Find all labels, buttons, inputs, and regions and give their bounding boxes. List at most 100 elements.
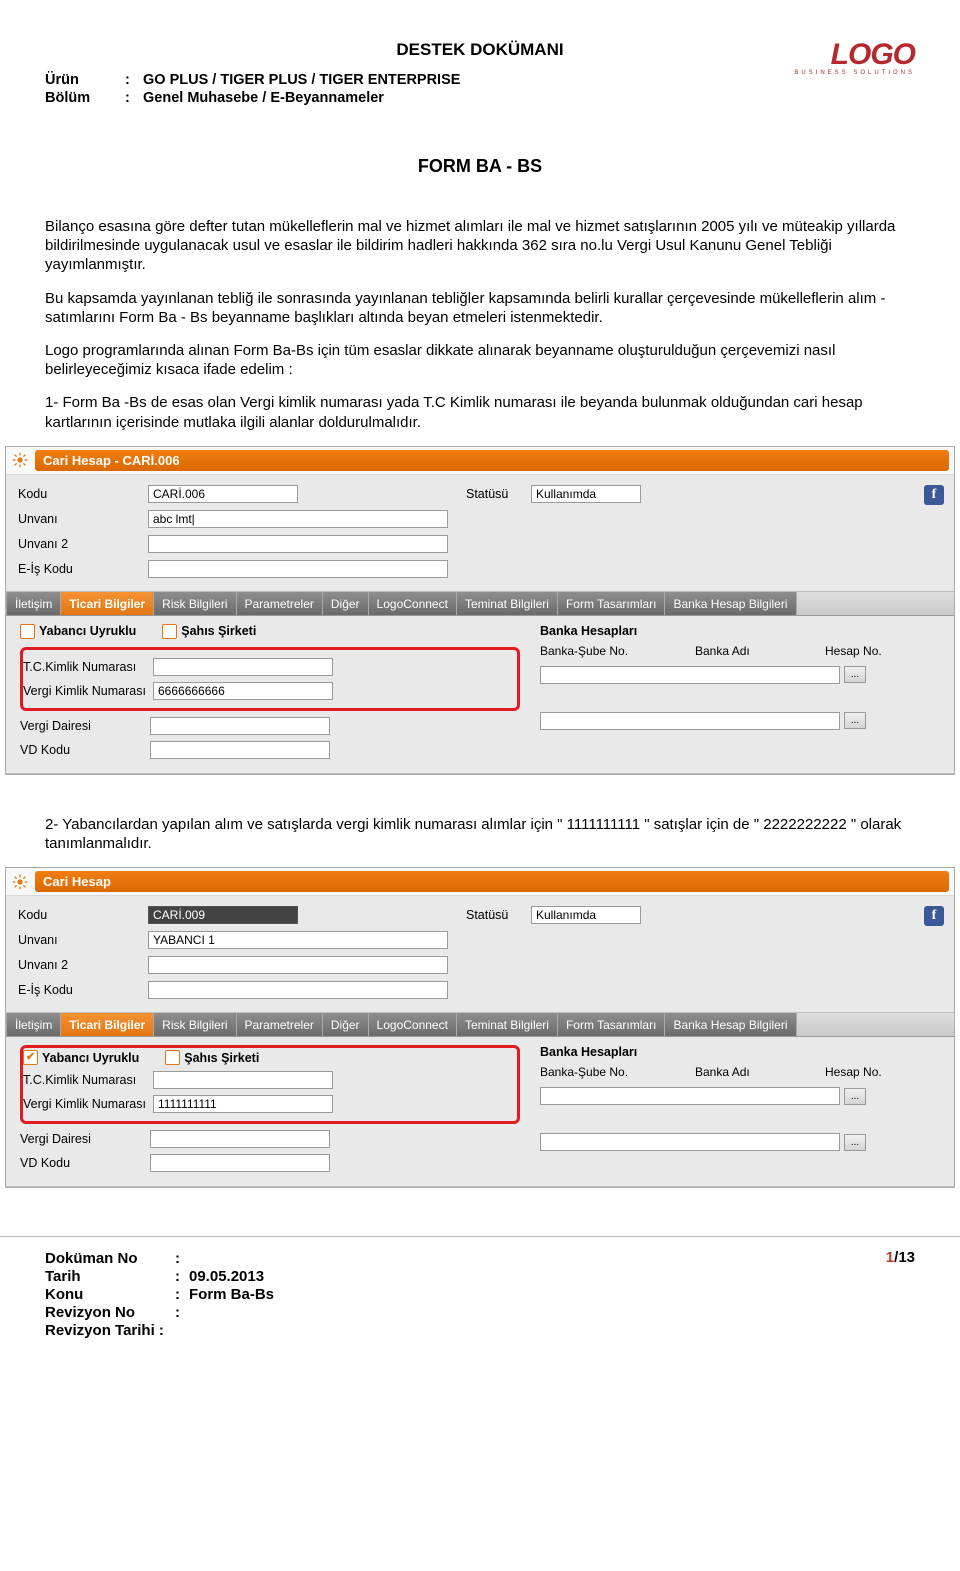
tab-banka-hesap[interactable]: Banka Hesap Bilgileri — [665, 1013, 796, 1036]
info-icon[interactable]: f — [924, 906, 944, 926]
unvani2-input[interactable] — [148, 535, 448, 553]
bank-col-sube: Banka-Şube No. — [540, 1065, 695, 1079]
lookup-button[interactable]: ... — [844, 666, 866, 683]
colon: : — [125, 90, 143, 106]
vkn-label: Vergi Kimlik Numarası — [23, 1097, 153, 1111]
highlight-box: T.C.Kimlik Numarası Vergi Kimlik Numaras… — [20, 647, 520, 711]
eis-input[interactable] — [148, 981, 448, 999]
window-title: Cari Hesap — [35, 871, 949, 892]
vdkodu-input[interactable] — [150, 741, 330, 759]
tab-logoconnect[interactable]: LogoConnect — [369, 592, 457, 615]
highlight-box: Yabancı Uyruklu Şahıs Şirketi T.C.Kimlik… — [20, 1045, 520, 1124]
tab-iletisim[interactable]: İletişim — [6, 1013, 61, 1036]
tab-teminat[interactable]: Teminat Bilgileri — [457, 1013, 558, 1036]
tarih-value: 09.05.2013 — [189, 1268, 264, 1285]
vkn-input[interactable]: 6666666666 — [153, 682, 333, 700]
eis-label: E-İş Kodu — [18, 983, 148, 997]
tab-ticari-bilgiler[interactable]: Ticari Bilgiler — [61, 592, 154, 615]
paragraph: Bilanço esasına göre defter tutan mükell… — [45, 217, 915, 275]
bolum-value: Genel Muhasebe / E-Beyannameler — [143, 90, 384, 106]
logo-brand: LOGO — [831, 38, 915, 72]
urun-label: Ürün — [45, 72, 125, 88]
tc-label: T.C.Kimlik Numarası — [23, 1073, 153, 1087]
info-icon[interactable]: f — [924, 485, 944, 505]
eis-label: E-İş Kodu — [18, 562, 148, 576]
status-select[interactable]: Kullanımda — [531, 485, 641, 503]
unvani-input[interactable]: abc lmt| — [148, 510, 448, 528]
bank-col-ad: Banka Adı — [695, 1065, 825, 1079]
sahis-label: Şahıs Şirketi — [184, 1051, 259, 1065]
logo-subtitle: BUSINESS SOLUTIONS — [794, 70, 915, 76]
yabanci-checkbox[interactable] — [23, 1050, 38, 1065]
kodu-input[interactable]: CARİ.006 — [148, 485, 298, 503]
tab-diger[interactable]: Diğer — [323, 1013, 369, 1036]
lookup-button[interactable]: ... — [844, 1088, 866, 1105]
sahis-checkbox[interactable] — [162, 624, 177, 639]
unvani2-label: Unvanı 2 — [18, 537, 148, 551]
tab-form-tasarimlari[interactable]: Form Tasarımları — [558, 592, 665, 615]
tabs-bar: İletişim Ticari Bilgiler Risk Bilgileri … — [6, 1012, 954, 1037]
eis-input[interactable] — [148, 560, 448, 578]
yabanci-checkbox[interactable] — [20, 624, 35, 639]
tab-banka-hesap[interactable]: Banka Hesap Bilgileri — [665, 592, 796, 615]
revtar-label: Revizyon Tarihi : — [45, 1322, 164, 1339]
kodu-input[interactable]: CARİ.009 — [148, 906, 298, 924]
tarih-label: Tarih — [45, 1268, 175, 1285]
tab-parametreler[interactable]: Parametreler — [237, 1013, 323, 1036]
lookup-button[interactable]: ... — [844, 1134, 866, 1151]
unvani-input[interactable]: YABANCI 1 — [148, 931, 448, 949]
bank-col-hesap: Hesap No. — [825, 644, 920, 658]
paragraph: Bu kapsamda yayınlanan tebliğ ile sonras… — [45, 289, 915, 327]
tc-input[interactable] — [153, 1071, 333, 1089]
lookup-button[interactable]: ... — [844, 712, 866, 729]
colon: : — [125, 72, 143, 88]
window-cari-hesap-1: Cari Hesap - CARİ.006 f Kodu CARİ.006 St… — [5, 446, 955, 775]
tab-ticari-bilgiler[interactable]: Ticari Bilgiler — [61, 1013, 154, 1036]
gear-icon — [11, 452, 29, 468]
gear-icon — [11, 874, 29, 890]
page-title: FORM BA - BS — [45, 156, 915, 177]
tab-logoconnect[interactable]: LogoConnect — [369, 1013, 457, 1036]
paragraph: Logo programlarında alınan Form Ba-Bs iç… — [45, 341, 915, 379]
bank-section-title: Banka Hesapları — [534, 1043, 940, 1063]
vd-label: Vergi Dairesi — [20, 719, 150, 733]
sahis-label: Şahıs Şirketi — [181, 624, 256, 638]
paragraph: 2- Yabancılardan yapılan alım ve satışla… — [45, 815, 915, 853]
yabanci-label: Yabancı Uyruklu — [39, 624, 136, 638]
unvani2-input[interactable] — [148, 956, 448, 974]
status-select[interactable]: Kullanımda — [531, 906, 641, 924]
unvani-label: Unvanı — [18, 933, 148, 947]
vkn-input[interactable]: 1111111111 — [153, 1095, 333, 1113]
bank-section-title: Banka Hesapları — [534, 622, 940, 642]
paragraph: 1- Form Ba -Bs de esas olan Vergi kimlik… — [45, 393, 915, 431]
tab-iletisim[interactable]: İletişim — [6, 592, 61, 615]
tab-parametreler[interactable]: Parametreler — [237, 592, 323, 615]
tc-label: T.C.Kimlik Numarası — [23, 660, 153, 674]
konu-value: Form Ba-Bs — [189, 1286, 274, 1303]
vd-input[interactable] — [150, 717, 330, 735]
window-title: Cari Hesap - CARİ.006 — [35, 450, 949, 471]
bank-input[interactable] — [540, 1087, 840, 1105]
bank-input[interactable] — [540, 666, 840, 684]
vdkodu-input[interactable] — [150, 1154, 330, 1172]
tab-teminat[interactable]: Teminat Bilgileri — [457, 592, 558, 615]
bank-input[interactable] — [540, 712, 840, 730]
status-label: Statüsü — [466, 908, 531, 922]
page-number: 1/13 — [886, 1249, 915, 1266]
bank-col-hesap: Hesap No. — [825, 1065, 920, 1079]
unvani-label: Unvanı — [18, 512, 148, 526]
bank-input[interactable] — [540, 1133, 840, 1151]
bank-col-ad: Banka Adı — [695, 644, 825, 658]
tab-form-tasarimlari[interactable]: Form Tasarımları — [558, 1013, 665, 1036]
vd-input[interactable] — [150, 1130, 330, 1148]
sahis-checkbox[interactable] — [165, 1050, 180, 1065]
tab-risk-bilgileri[interactable]: Risk Bilgileri — [154, 1013, 236, 1036]
tc-input[interactable] — [153, 658, 333, 676]
kodu-label: Kodu — [18, 908, 148, 922]
bank-col-sube: Banka-Şube No. — [540, 644, 695, 658]
konu-label: Konu — [45, 1286, 175, 1303]
tab-diger[interactable]: Diğer — [323, 592, 369, 615]
tab-risk-bilgileri[interactable]: Risk Bilgileri — [154, 592, 236, 615]
urun-value: GO PLUS / TIGER PLUS / TIGER ENTERPRISE — [143, 72, 460, 88]
yabanci-label: Yabancı Uyruklu — [42, 1051, 139, 1065]
